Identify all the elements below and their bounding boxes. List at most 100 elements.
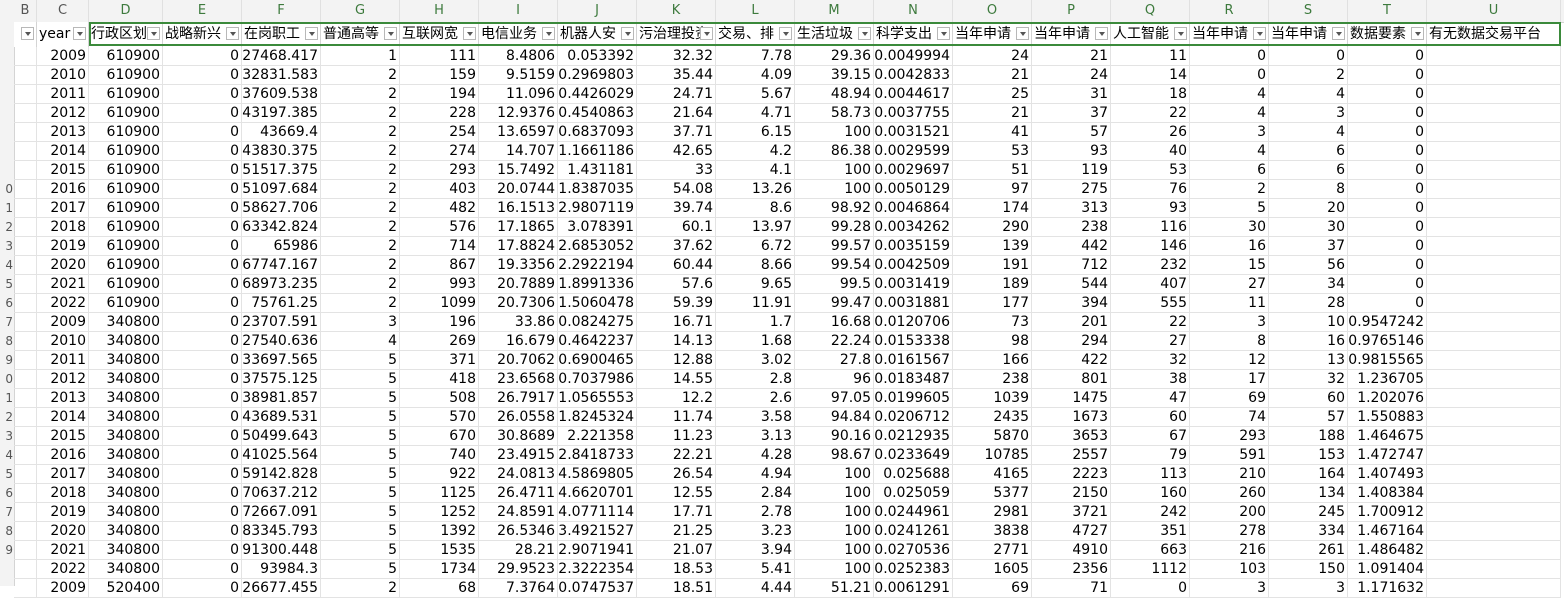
table-cell[interactable]: 103 bbox=[1190, 560, 1269, 579]
table-cell[interactable]: 0 bbox=[1348, 104, 1427, 123]
table-cell[interactable]: 0 bbox=[163, 484, 242, 503]
table-cell[interactable]: 2771 bbox=[953, 541, 1032, 560]
table-cell[interactable]: 17 bbox=[1190, 370, 1269, 389]
table-cell[interactable]: 4 bbox=[1190, 142, 1269, 161]
table-cell[interactable]: 23707.591 bbox=[242, 313, 321, 332]
table-cell[interactable]: 15 bbox=[1190, 256, 1269, 275]
table-cell[interactable]: 8.6 bbox=[716, 199, 795, 218]
table-cell[interactable] bbox=[1427, 199, 1561, 218]
table-cell[interactable]: 1099 bbox=[400, 294, 479, 313]
table-cell[interactable]: 0 bbox=[163, 389, 242, 408]
column-letter-c[interactable]: C bbox=[37, 0, 89, 22]
table-cell[interactable]: 2 bbox=[321, 85, 400, 104]
table-cell[interactable]: 2 bbox=[321, 275, 400, 294]
row-number[interactable]: 3 bbox=[0, 427, 14, 446]
table-cell[interactable]: 58.73 bbox=[795, 104, 874, 123]
table-cell[interactable]: 24.71 bbox=[637, 85, 716, 104]
table-cell[interactable] bbox=[14, 275, 37, 294]
table-cell[interactable]: 100 bbox=[795, 123, 874, 142]
table-cell[interactable]: 27.8 bbox=[795, 351, 874, 370]
table-cell[interactable]: 59142.828 bbox=[242, 465, 321, 484]
table-cell[interactable]: 27540.636 bbox=[242, 332, 321, 351]
table-cell[interactable]: 4 bbox=[1269, 85, 1348, 104]
table-cell[interactable]: 10785 bbox=[953, 446, 1032, 465]
table-cell[interactable]: 0.9765146 bbox=[1348, 332, 1427, 351]
table-cell[interactable]: 201 bbox=[1032, 313, 1111, 332]
table-cell[interactable]: 14.707 bbox=[479, 142, 558, 161]
header-cell[interactable] bbox=[14, 22, 37, 47]
table-cell[interactable]: 21 bbox=[1032, 47, 1111, 66]
table-cell[interactable]: 22.21 bbox=[637, 446, 716, 465]
table-cell[interactable]: 37 bbox=[1032, 104, 1111, 123]
table-cell[interactable] bbox=[14, 47, 37, 66]
table-cell[interactable]: 2 bbox=[321, 66, 400, 85]
table-cell[interactable]: 194 bbox=[400, 85, 479, 104]
table-cell[interactable]: 340800 bbox=[89, 465, 163, 484]
table-cell[interactable]: 0.0049994 bbox=[874, 47, 953, 66]
row-number[interactable] bbox=[0, 142, 14, 161]
table-cell[interactable]: 40 bbox=[1111, 142, 1190, 161]
filter-dropdown-icon[interactable] bbox=[1095, 27, 1108, 40]
table-cell[interactable]: 576 bbox=[400, 218, 479, 237]
table-cell[interactable]: 22.24 bbox=[795, 332, 874, 351]
table-cell[interactable]: 0.0037755 bbox=[874, 104, 953, 123]
table-cell[interactable]: 3653 bbox=[1032, 427, 1111, 446]
table-cell[interactable]: 1.5060478 bbox=[558, 294, 637, 313]
table-cell[interactable]: 31 bbox=[1032, 85, 1111, 104]
table-cell[interactable]: 2010 bbox=[37, 332, 89, 351]
table-cell[interactable]: 17.8824 bbox=[479, 237, 558, 256]
table-cell[interactable]: 16 bbox=[1190, 237, 1269, 256]
header-cell[interactable]: 污治理投资 bbox=[637, 22, 716, 47]
table-cell[interactable]: 30 bbox=[1190, 218, 1269, 237]
header-cell[interactable]: 科学支出 bbox=[874, 22, 953, 47]
table-cell[interactable]: 2015 bbox=[37, 161, 89, 180]
header-cell[interactable]: 机器人安 bbox=[558, 22, 637, 47]
table-cell[interactable]: 0 bbox=[1348, 47, 1427, 66]
filter-dropdown-icon[interactable] bbox=[384, 27, 397, 40]
table-cell[interactable] bbox=[1427, 85, 1561, 104]
table-cell[interactable]: 166 bbox=[953, 351, 1032, 370]
table-cell[interactable]: 26.4711 bbox=[479, 484, 558, 503]
table-cell[interactable]: 313 bbox=[1032, 199, 1111, 218]
table-cell[interactable]: 4.2 bbox=[716, 142, 795, 161]
table-cell[interactable]: 6.72 bbox=[716, 237, 795, 256]
table-cell[interactable]: 32 bbox=[1269, 370, 1348, 389]
table-cell[interactable]: 4.0771114 bbox=[558, 503, 637, 522]
table-cell[interactable]: 9.5159 bbox=[479, 66, 558, 85]
table-cell[interactable]: 0.025688 bbox=[874, 465, 953, 484]
column-letter-b[interactable]: B bbox=[14, 0, 37, 22]
column-letter-m[interactable]: M bbox=[795, 0, 874, 22]
table-cell[interactable]: 13.26 bbox=[716, 180, 795, 199]
table-cell[interactable]: 11 bbox=[1190, 294, 1269, 313]
table-cell[interactable]: 51517.375 bbox=[242, 161, 321, 180]
table-cell[interactable]: 5 bbox=[1190, 199, 1269, 218]
filter-dropdown-icon[interactable] bbox=[463, 27, 476, 40]
table-cell[interactable]: 68973.235 bbox=[242, 275, 321, 294]
table-cell[interactable] bbox=[14, 85, 37, 104]
table-cell[interactable]: 278 bbox=[1190, 522, 1269, 541]
table-cell[interactable]: 2.8418733 bbox=[558, 446, 637, 465]
table-cell[interactable] bbox=[1427, 351, 1561, 370]
header-cell[interactable]: 战略新兴 bbox=[163, 22, 242, 47]
table-cell[interactable]: 0 bbox=[1348, 199, 1427, 218]
column-letter-e[interactable]: E bbox=[163, 0, 242, 22]
table-cell[interactable] bbox=[1427, 313, 1561, 332]
table-cell[interactable]: 3721 bbox=[1032, 503, 1111, 522]
table-cell[interactable]: 3838 bbox=[953, 522, 1032, 541]
table-cell[interactable]: 5 bbox=[321, 541, 400, 560]
table-cell[interactable]: 394 bbox=[1032, 294, 1111, 313]
table-cell[interactable]: 37 bbox=[1269, 237, 1348, 256]
table-cell[interactable]: 0.2969803 bbox=[558, 66, 637, 85]
table-cell[interactable]: 0.0199605 bbox=[874, 389, 953, 408]
table-cell[interactable]: 99.5 bbox=[795, 275, 874, 294]
table-cell[interactable]: 2.3222354 bbox=[558, 560, 637, 579]
table-cell[interactable]: 0.0241261 bbox=[874, 522, 953, 541]
row-number[interactable]: 8 bbox=[0, 522, 14, 541]
table-cell[interactable]: 0 bbox=[163, 85, 242, 104]
table-cell[interactable]: 2557 bbox=[1032, 446, 1111, 465]
table-cell[interactable]: 591 bbox=[1190, 446, 1269, 465]
table-cell[interactable]: 2018 bbox=[37, 218, 89, 237]
table-cell[interactable]: 1.408384 bbox=[1348, 484, 1427, 503]
table-cell[interactable]: 2.2922194 bbox=[558, 256, 637, 275]
table-cell[interactable]: 340800 bbox=[89, 389, 163, 408]
